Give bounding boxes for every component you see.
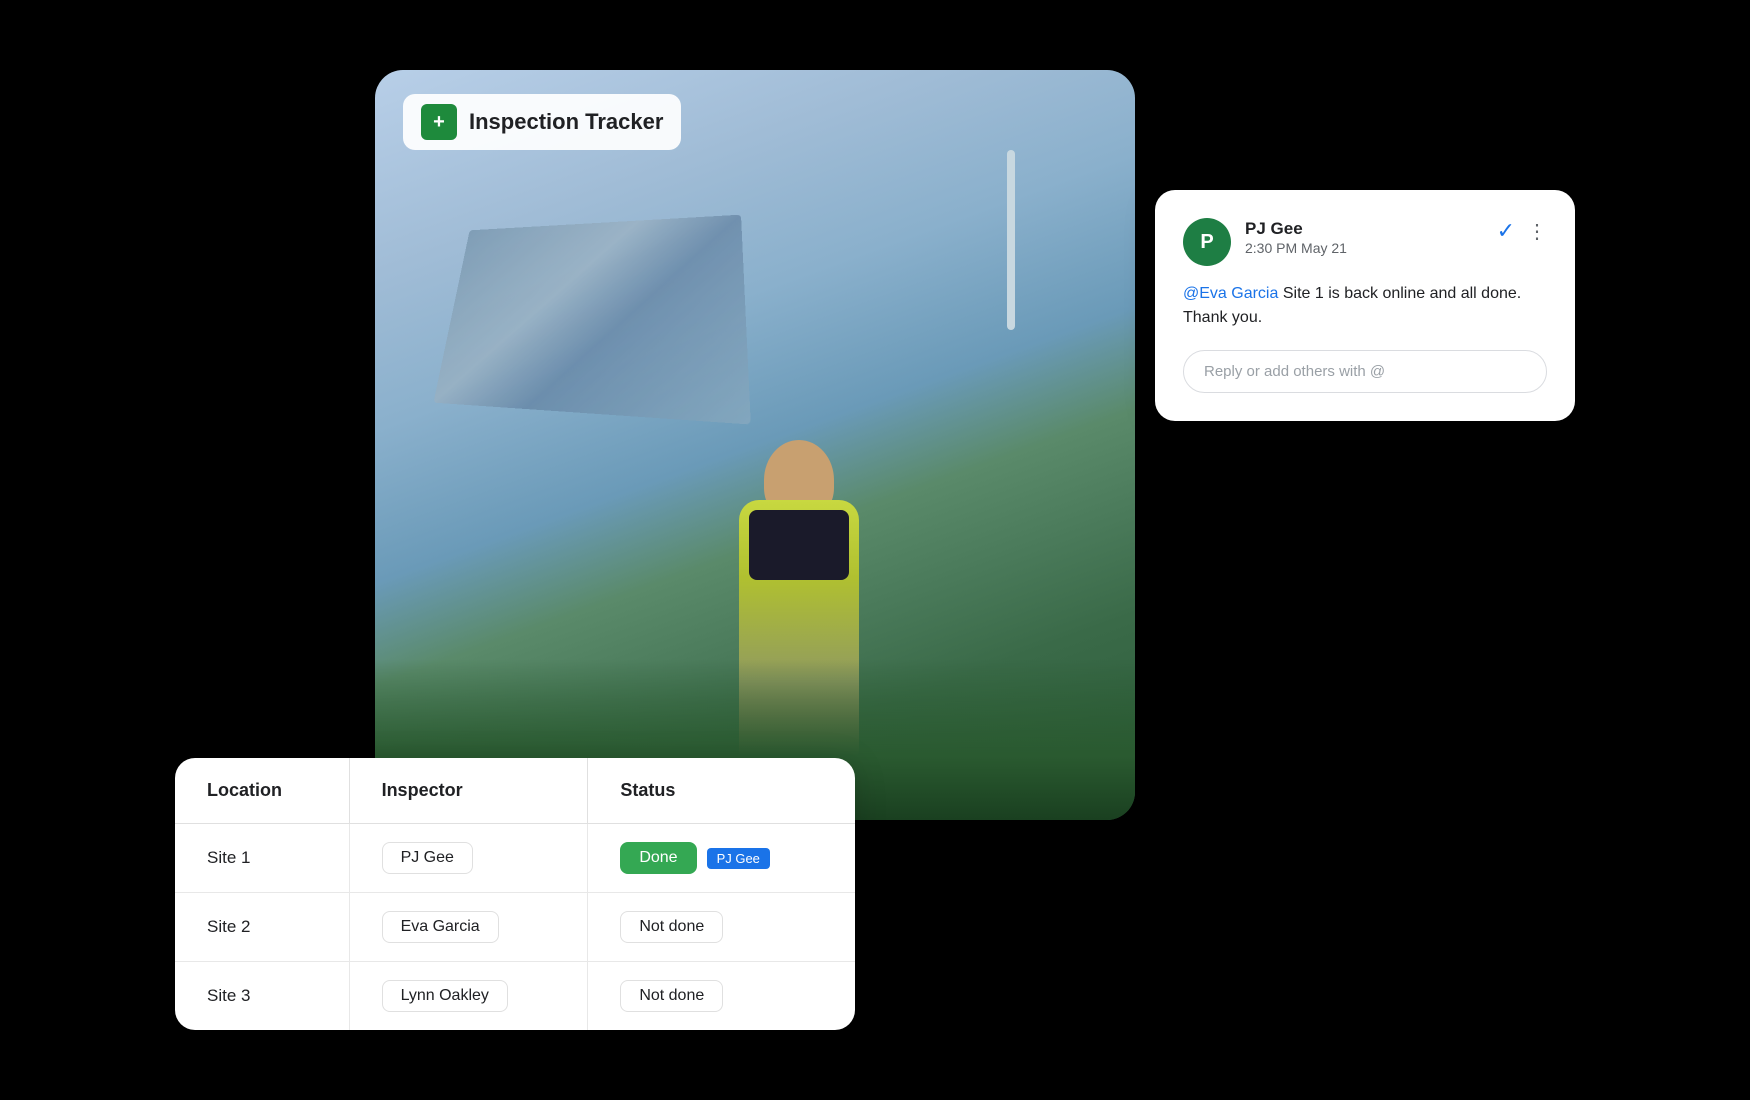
scene: + Inspection Tracker P PJ Gee 2:30 PM Ma… bbox=[175, 70, 1575, 1030]
cell-inspector-1: PJ Gee bbox=[349, 824, 588, 893]
cell-inspector-3: Lynn Oakley bbox=[349, 962, 588, 1031]
cell-location-2: Site 2 bbox=[175, 893, 349, 962]
tracker-header: + Inspection Tracker bbox=[403, 94, 681, 150]
cell-status-2: Not done bbox=[588, 893, 855, 962]
col-inspector: Inspector bbox=[349, 758, 588, 824]
commenter-name: PJ Gee bbox=[1245, 218, 1483, 240]
status-chip-not-done-2: Not done bbox=[620, 911, 723, 943]
inspector-chip-3: Lynn Oakley bbox=[382, 980, 508, 1012]
comment-header: P PJ Gee 2:30 PM May 21 ✓ ⋮ bbox=[1183, 218, 1547, 266]
comment-time: 2:30 PM May 21 bbox=[1245, 240, 1483, 256]
comment-meta: PJ Gee 2:30 PM May 21 bbox=[1245, 218, 1483, 256]
comment-actions: ✓ ⋮ bbox=[1497, 218, 1547, 244]
cell-location-1: Site 1 bbox=[175, 824, 349, 893]
status-cell-1: Done PJ Gee bbox=[620, 842, 823, 874]
col-location: Location bbox=[175, 758, 349, 824]
tracker-title: Inspection Tracker bbox=[469, 109, 663, 135]
table-row: Site 2 Eva Garcia Not done bbox=[175, 893, 855, 962]
cell-location-3: Site 3 bbox=[175, 962, 349, 1031]
tracker-photo bbox=[375, 70, 1135, 820]
cell-status-3: Not done bbox=[588, 962, 855, 1031]
cell-inspector-2: Eva Garcia bbox=[349, 893, 588, 962]
table-row: Site 3 Lynn Oakley Not done bbox=[175, 962, 855, 1031]
inspection-table: Location Inspector Status Site 1 PJ Gee … bbox=[175, 758, 855, 1030]
comment-card: P PJ Gee 2:30 PM May 21 ✓ ⋮ @Eva Garcia … bbox=[1155, 190, 1575, 421]
inspector-chip-1: PJ Gee bbox=[382, 842, 473, 874]
table-header-row: Location Inspector Status bbox=[175, 758, 855, 824]
avatar: P bbox=[1183, 218, 1231, 266]
table-row: Site 1 PJ Gee Done PJ Gee bbox=[175, 824, 855, 893]
user-badge-pj: PJ Gee bbox=[707, 848, 770, 869]
mention-text: @Eva Garcia bbox=[1183, 285, 1278, 302]
check-icon[interactable]: ✓ bbox=[1497, 218, 1515, 244]
col-status: Status bbox=[588, 758, 855, 824]
more-options-icon[interactable]: ⋮ bbox=[1527, 219, 1547, 244]
status-chip-not-done-3: Not done bbox=[620, 980, 723, 1012]
status-chip-done: Done bbox=[620, 842, 696, 874]
reply-input[interactable]: Reply or add others with @ bbox=[1183, 350, 1547, 393]
cell-status-1: Done PJ Gee bbox=[588, 824, 855, 893]
table-card: Location Inspector Status Site 1 PJ Gee … bbox=[175, 758, 855, 1030]
inspector-chip-2: Eva Garcia bbox=[382, 911, 499, 943]
tracker-card: + Inspection Tracker bbox=[375, 70, 1135, 820]
sheets-icon: + bbox=[421, 104, 457, 140]
person-laptop bbox=[749, 510, 849, 580]
comment-body: @Eva Garcia Site 1 is back online and al… bbox=[1183, 282, 1547, 330]
